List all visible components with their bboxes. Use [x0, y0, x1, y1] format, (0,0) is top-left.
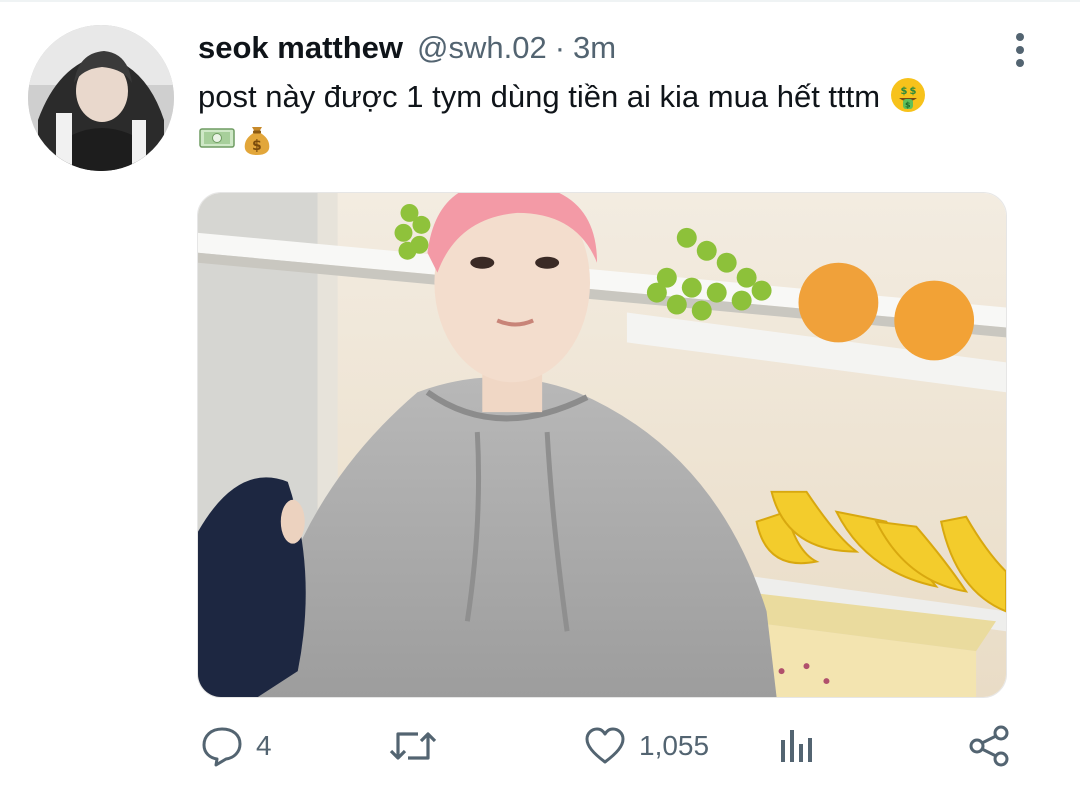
- share-icon: [969, 725, 1009, 767]
- svg-text:$: $: [909, 86, 916, 97]
- svg-text:$: $: [900, 86, 907, 97]
- views-button[interactable]: [776, 716, 816, 776]
- retweet-button[interactable]: [388, 716, 450, 776]
- avatar[interactable]: [28, 25, 174, 171]
- display-name[interactable]: seok matthew: [198, 30, 403, 66]
- like-icon: [585, 727, 625, 764]
- dollar-banknote-icon: [199, 128, 235, 148]
- avatar-image: [28, 25, 174, 171]
- user-handle[interactable]: @swh.02: [417, 30, 547, 66]
- like-count: 1,055: [639, 730, 710, 761]
- separator: ·: [554, 30, 566, 65]
- tweet-header: seok matthew @swh.02 · 3m: [198, 30, 616, 74]
- svg-text:$: $: [905, 101, 911, 110]
- tweet-body: post này được 1 tym dùng tiền ai kia mua…: [198, 79, 881, 114]
- like-button[interactable]: 1,055: [583, 716, 709, 776]
- emoji-row: $: [198, 119, 1038, 157]
- views-icon: [781, 730, 812, 762]
- divider: [0, 0, 1080, 2]
- photo-image: [198, 193, 1006, 697]
- more-vertical-icon[interactable]: [1004, 30, 1036, 70]
- money-mouth-face-icon: $ $ $: [890, 78, 925, 112]
- timestamp[interactable]: 3m: [573, 30, 616, 66]
- reply-count: 4: [256, 730, 272, 761]
- retweet-icon: [389, 732, 437, 760]
- reply-icon: [202, 727, 242, 767]
- tweet[interactable]: seok matthew @swh.02 · 3m post này được …: [0, 0, 1080, 790]
- share-button[interactable]: [968, 716, 1012, 776]
- money-bag-icon: $: [244, 127, 270, 155]
- tweet-text: post này được 1 tym dùng tiền ai kia mua…: [198, 76, 1038, 157]
- tweet-photo[interactable]: [197, 192, 1007, 698]
- action-bar: 4 1,055: [0, 716, 1080, 776]
- svg-text:$: $: [252, 138, 262, 154]
- reply-button[interactable]: 4: [200, 716, 272, 776]
